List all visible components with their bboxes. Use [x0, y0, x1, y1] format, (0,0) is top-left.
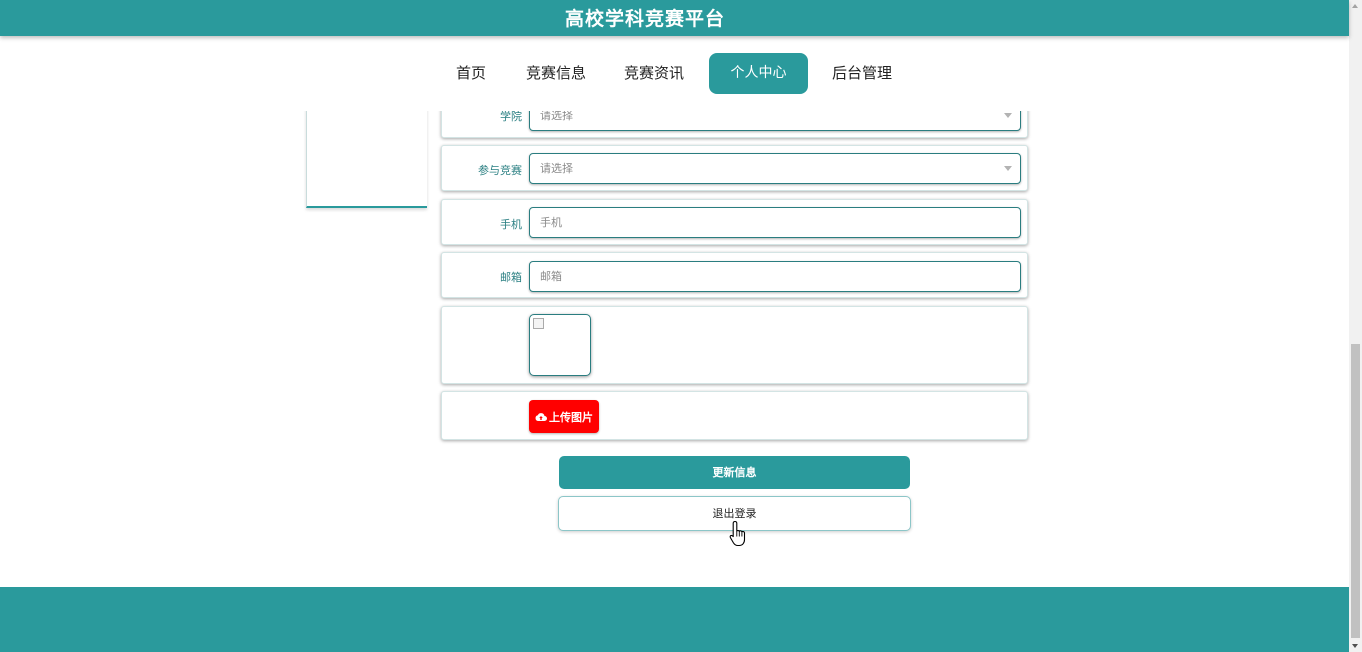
competition-select[interactable]: 请选择 — [529, 153, 1021, 184]
chevron-down-icon — [1004, 113, 1012, 118]
chevron-down-icon — [1004, 166, 1012, 171]
email-label: 邮箱 — [500, 271, 522, 284]
avatar-preview — [529, 314, 591, 376]
nav-item-competition-info[interactable]: 竞赛信息 — [520, 53, 592, 94]
nav-item-home[interactable]: 首页 — [449, 53, 493, 94]
site-title: 高校学科竞赛平台 — [564, 8, 725, 30]
scrollbar-thumb[interactable] — [1351, 344, 1360, 638]
competition-select-placeholder: 请选择 — [540, 162, 573, 175]
cloud-upload-icon — [535, 412, 547, 421]
form-row-phone: 手机 — [441, 199, 1028, 245]
main-nav: 首页 竞赛信息 竞赛资讯 个人中心 后台管理 — [0, 36, 1349, 111]
email-input[interactable] — [529, 261, 1021, 292]
form-row-avatar-preview — [441, 306, 1028, 384]
form-row-email: 邮箱 — [441, 252, 1028, 298]
competition-label: 参与竞赛 — [478, 164, 522, 177]
phone-label: 手机 — [500, 218, 522, 231]
form-row-competition: 参与竞赛 请选择 — [441, 145, 1028, 191]
phone-input[interactable] — [529, 207, 1021, 238]
update-info-button[interactable]: 更新信息 — [559, 456, 910, 489]
page-scrollbar[interactable] — [1349, 0, 1362, 652]
scroll-down-arrow-icon[interactable] — [1352, 644, 1358, 648]
nav-item-admin[interactable]: 后台管理 — [826, 53, 898, 94]
nav-item-personal-center[interactable]: 个人中心 — [709, 53, 808, 94]
hand-pointer-icon — [729, 520, 746, 547]
upload-image-button[interactable]: 上传图片 — [529, 400, 599, 433]
top-header-bar: 高校学科竞赛平台 — [0, 0, 1349, 36]
form-row-upload: 上传图片 — [441, 391, 1028, 440]
broken-image-icon — [533, 318, 544, 329]
page-footer — [0, 587, 1349, 652]
nav-item-competition-news[interactable]: 竞赛资讯 — [618, 53, 690, 94]
upload-image-label: 上传图片 — [549, 410, 593, 424]
scroll-up-arrow-icon[interactable] — [1352, 4, 1358, 8]
